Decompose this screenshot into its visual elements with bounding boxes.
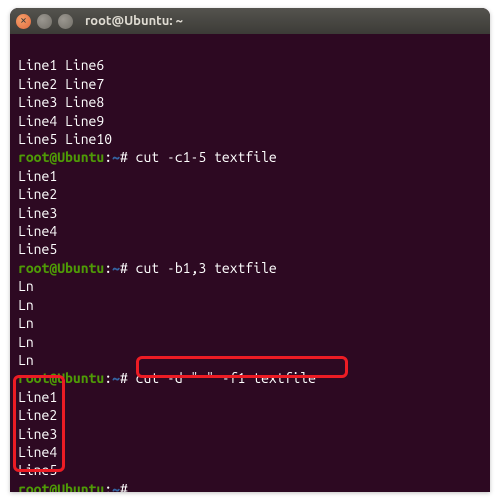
output-line: Ln (18, 334, 34, 350)
terminal-window: × root@Ubuntu: ~ Line1 Line6 Line2 Line7… (10, 8, 490, 492)
prompt-line: root@Ubuntu:~# cut -c1-5 textfile (18, 149, 277, 165)
prompt-sep: : (104, 149, 112, 165)
close-icon[interactable]: × (16, 14, 31, 29)
minimize-icon[interactable] (37, 14, 52, 29)
prompt-path: ~ (112, 260, 120, 276)
terminal-output[interactable]: Line1 Line6 Line2 Line7 Line3 Line8 Line… (10, 34, 490, 492)
prompt-symbol: # (120, 481, 128, 492)
prompt-sep: : (104, 370, 112, 386)
output-line: Line4 Line9 (18, 113, 104, 129)
output-line: Line1 Line6 (18, 57, 104, 73)
maximize-icon[interactable] (58, 14, 73, 29)
output-line: Line3 (18, 426, 57, 442)
prompt-sep: : (104, 260, 112, 276)
output-line: Ln (18, 278, 34, 294)
output-line: Line2 (18, 186, 57, 202)
prompt-line[interactable]: root@Ubuntu:~# (18, 481, 128, 492)
prompt-line: root@Ubuntu:~# cut -b1,3 textfile (18, 260, 277, 276)
output-line: Line5 (18, 462, 57, 478)
prompt-symbol: # (120, 370, 128, 386)
output-line: Line5 Line10 (18, 131, 112, 147)
command-text: cut -d " " -f1 textfile (136, 370, 316, 386)
prompt-user-host: root@Ubuntu (18, 481, 104, 492)
output-line: Line1 (18, 168, 57, 184)
output-line: Line3 (18, 205, 57, 221)
output-line: Line4 (18, 223, 57, 239)
output-line: Ln (18, 315, 34, 331)
output-line: Line5 (18, 241, 57, 257)
output-line: Ln (18, 352, 34, 368)
titlebar: × root@Ubuntu: ~ (10, 8, 490, 34)
output-line: Line1 (18, 389, 57, 405)
prompt-symbol: # (120, 149, 128, 165)
prompt-sep: : (104, 481, 112, 492)
window-title: root@Ubuntu: ~ (85, 14, 183, 28)
prompt-user-host: root@Ubuntu (18, 149, 104, 165)
command-text: cut -b1,3 textfile (136, 260, 277, 276)
prompt-line: root@Ubuntu:~# cut -d " " -f1 textfile (18, 370, 316, 386)
output-line: Line4 (18, 444, 57, 460)
prompt-user-host: root@Ubuntu (18, 370, 104, 386)
prompt-user-host: root@Ubuntu (18, 260, 104, 276)
command-text: cut -c1-5 textfile (136, 149, 277, 165)
prompt-path: ~ (112, 481, 120, 492)
output-line: Line2 (18, 407, 57, 423)
prompt-path: ~ (112, 370, 120, 386)
output-line: Line2 Line7 (18, 76, 104, 92)
prompt-path: ~ (112, 149, 120, 165)
output-line: Ln (18, 297, 34, 313)
prompt-symbol: # (120, 260, 128, 276)
output-line: Line3 Line8 (18, 94, 104, 110)
